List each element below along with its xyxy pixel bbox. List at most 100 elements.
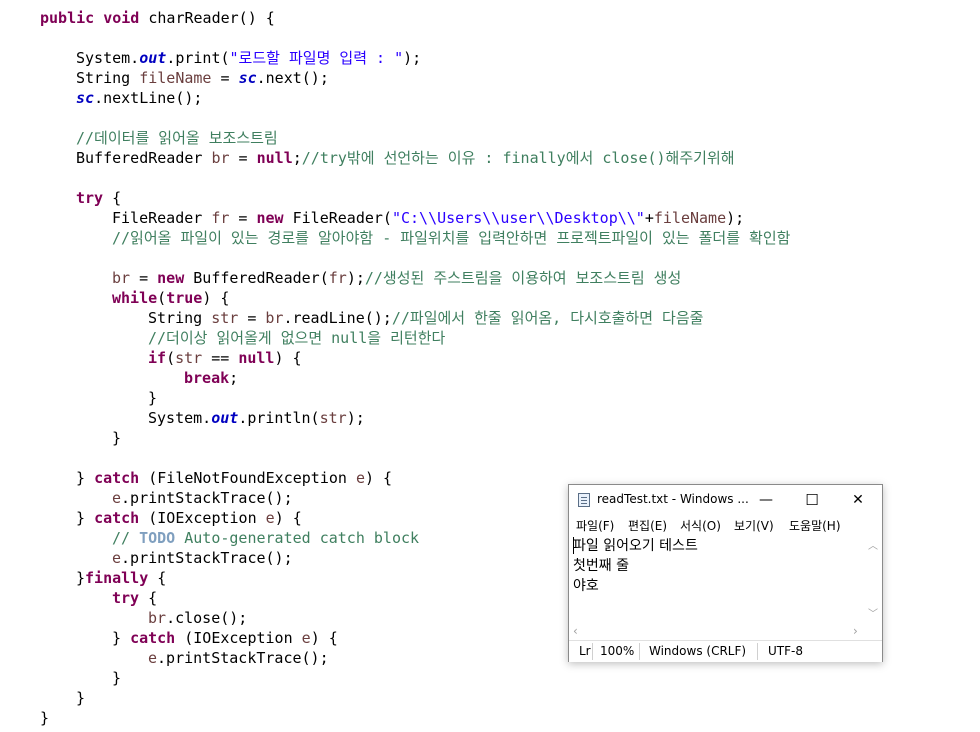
code-text: } (76, 689, 86, 707)
menu-view[interactable]: 보기(V) (734, 517, 774, 534)
code-text: String (76, 69, 140, 87)
code-text: } (112, 669, 122, 687)
code-text: = (211, 69, 239, 87)
maximize-button[interactable]: ☐ (789, 485, 835, 515)
code-text: } (40, 709, 50, 727)
code-text: .printStackTrace(); (157, 649, 329, 667)
notepad-window[interactable]: readTest.txt - Windows ... — ☐ ✕ 파일(F) 편… (568, 484, 883, 662)
comment: Auto-generated catch block (175, 529, 420, 547)
code-text: } (76, 569, 86, 587)
variable: fr (328, 269, 347, 287)
variable: str (211, 309, 239, 327)
code-text: .print( (166, 49, 230, 67)
menu-bar: 파일(F) 편집(E) 서식(O) 보기(V) 도움말(H) (569, 515, 882, 535)
code-text: System. (76, 49, 140, 67)
code-text: FileReader( (283, 209, 392, 227)
code-line: System.out.println(str); (148, 408, 365, 428)
minimize-button[interactable]: — (743, 485, 789, 515)
keyword: new (256, 209, 284, 227)
code-text: ); (726, 209, 745, 227)
variable: e (148, 649, 158, 667)
keyword: null (238, 349, 275, 367)
text-line: 야호 (573, 578, 599, 594)
code-line: try { (112, 588, 157, 608)
code-text: ) { (365, 469, 393, 487)
close-button[interactable]: ✕ (835, 485, 881, 515)
code-text: == (202, 349, 239, 367)
text-area[interactable]: 파일 읽어오기 테스트 첫번째 줄 야호 (569, 535, 865, 623)
notepad-icon (578, 493, 590, 507)
variable: str (319, 409, 347, 427)
code-line: public void charReader() { (40, 8, 275, 28)
code-text: .readLine(); (283, 309, 392, 327)
code-text: = (238, 309, 266, 327)
menu-edit[interactable]: 편집(E) (628, 517, 667, 534)
code-text: .println( (238, 409, 320, 427)
status-divider (592, 643, 593, 660)
scroll-down-icon[interactable]: ﹀ (868, 605, 878, 620)
vertical-scrollbar[interactable]: ︿ ﹀ (865, 535, 881, 623)
keyword: catch (94, 509, 140, 527)
code-line: } (148, 388, 157, 408)
code-text: = (229, 149, 257, 167)
code-line: //더이상 읽어올게 없으면 null을 리턴한다 (148, 328, 445, 348)
notepad-titlebar[interactable]: readTest.txt - Windows ... — ☐ ✕ (569, 485, 882, 515)
code-text: .next(); (256, 69, 329, 87)
keyword: catch (130, 629, 176, 647)
code-line: br = new BufferedReader(fr);//생성된 주스트림을 … (112, 268, 681, 288)
scroll-left-icon[interactable]: ‹ (573, 624, 578, 638)
code-text: FileReader (112, 209, 212, 227)
code-text: ( (166, 349, 176, 367)
menu-format[interactable]: 서식(O) (680, 517, 721, 534)
code-text: ) { (274, 349, 302, 367)
code-text: System. (148, 409, 212, 427)
scroll-up-icon[interactable]: ︿ (868, 537, 878, 552)
window-title: readTest.txt - Windows ... (597, 492, 749, 506)
todo-tag: TODO (139, 529, 176, 547)
code-line: // TODO Auto-generated catch block (112, 528, 419, 548)
keyword: try (76, 189, 104, 207)
menu-help[interactable]: 도움말(H) (789, 517, 841, 534)
status-bar: Lr 100% Windows (CRLF) UTF-8 (569, 640, 882, 662)
code-text: { (139, 589, 158, 607)
code-line: sc.nextLine(); (76, 88, 202, 108)
code-line: if(str == null) { (148, 348, 302, 368)
code-line: String fileName = sc.next(); (76, 68, 329, 88)
code-text: (IOException (175, 629, 302, 647)
keyword: void (103, 9, 140, 27)
horizontal-scrollbar[interactable]: ‹ › (569, 623, 865, 639)
code-line: try { (76, 188, 121, 208)
code-line: } (112, 668, 121, 688)
code-text: { (103, 189, 122, 207)
code-text: ) { (310, 629, 338, 647)
status-position: Lr (579, 644, 591, 658)
code-text: .printStackTrace(); (121, 489, 293, 507)
code-line: } catch (IOException e) { (112, 628, 338, 648)
code-text: } (76, 469, 95, 487)
keyword: new (157, 269, 185, 287)
comment: //try밖에 선언하는 이유 : finally에서 close()해주기위해 (301, 149, 735, 167)
code-line: //데이터를 읽어올 보조스트림 (76, 128, 278, 148)
code-text: ; (292, 149, 302, 167)
code-text: = (130, 269, 158, 287)
keyword: finally (85, 569, 149, 587)
variable: fr (211, 209, 230, 227)
code-line: break; (184, 368, 238, 388)
comment: //읽어올 파일이 있는 경로를 알아야함 - 파일위치를 입력안하면 프로젝트… (112, 229, 791, 247)
code-text: BufferedReader (76, 149, 212, 167)
variable: e (112, 549, 122, 567)
code-line: System.out.print("로드할 파일명 입력 : "); (76, 48, 421, 68)
code-text: .printStackTrace(); (121, 549, 293, 567)
keyword: if (148, 349, 167, 367)
code-text: charReader() { (139, 9, 275, 27)
menu-file[interactable]: 파일(F) (576, 517, 614, 534)
scroll-right-icon[interactable]: › (853, 624, 858, 638)
code-text: ( (157, 289, 167, 307)
status-zoom: 100% (600, 644, 635, 658)
text-line: 첫번째 줄 (573, 558, 629, 574)
keyword: try (112, 589, 140, 607)
variable: e (112, 489, 122, 507)
keyword: while (112, 289, 158, 307)
code-line: e.printStackTrace(); (148, 648, 329, 668)
code-text: ); (346, 269, 365, 287)
